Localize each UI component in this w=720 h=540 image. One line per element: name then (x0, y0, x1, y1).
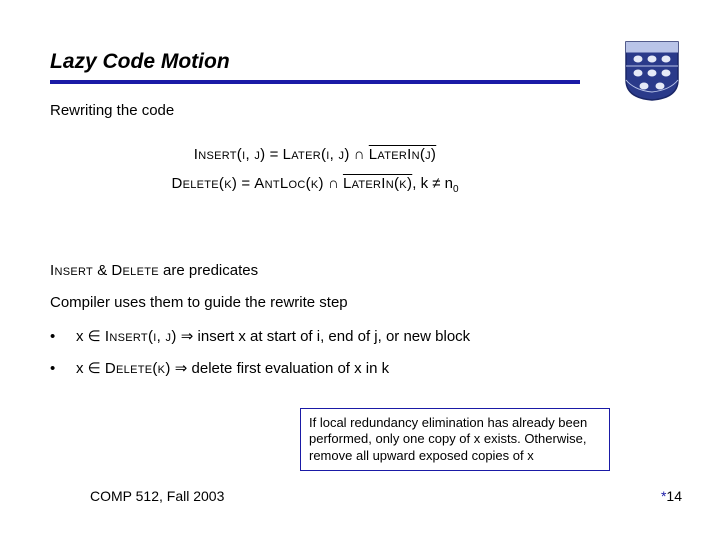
equation-insert: Insert(i, j) = Later(i, j) ∩ LaterIn(j) (50, 141, 580, 170)
equations-block: Insert(i, j) = Later(i, j) ∩ LaterIn(j) … (50, 141, 580, 199)
bullet-list: • x ∈ Insert(i, j) ⇒ insert x at start o… (50, 325, 670, 381)
compiler-line: Compiler uses them to guide the rewrite … (50, 291, 670, 315)
slide-subtitle: Rewriting the code (50, 102, 670, 119)
bullet-dot: • (50, 325, 76, 349)
footer-page-number: *14 (661, 488, 682, 504)
list-item: • x ∈ Delete(k) ⇒ delete first evaluatio… (50, 357, 670, 381)
footer-course: COMP 512, Fall 2003 (90, 488, 224, 504)
bullet-dot: • (50, 357, 76, 381)
slide-title: Lazy Code Motion (50, 50, 670, 74)
body-text: Insert & Delete are predicates Compiler … (50, 259, 670, 381)
equation-delete: Delete(k) = AntLoc(k) ∩ LaterIn(k), k ≠ … (50, 170, 580, 199)
predicates-line: Insert & Delete are predicates (50, 259, 670, 283)
university-shield-logo (624, 40, 680, 102)
note-box: If local redundancy elimination has alre… (300, 408, 610, 471)
list-item: • x ∈ Insert(i, j) ⇒ insert x at start o… (50, 325, 670, 349)
title-underline (50, 80, 580, 84)
